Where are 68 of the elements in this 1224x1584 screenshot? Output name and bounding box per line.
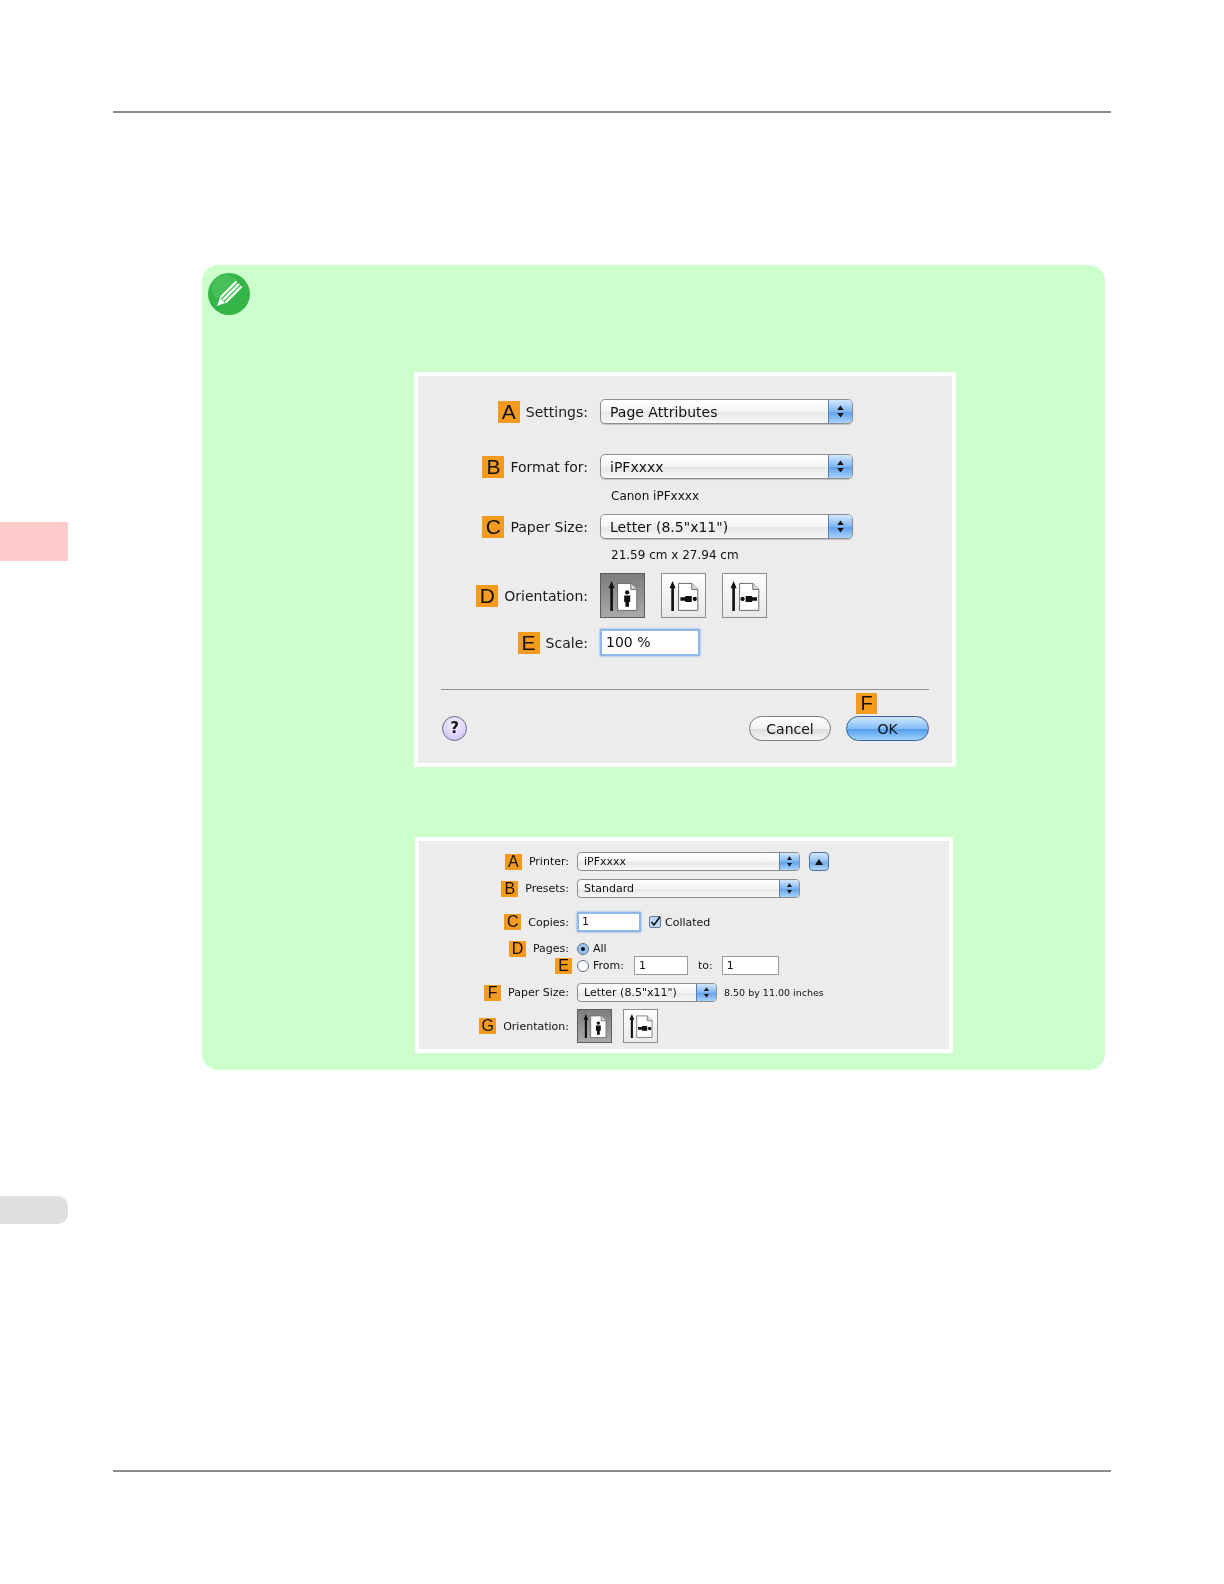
up-down-arrows-icon (696, 984, 716, 1001)
field-label: Pages: (532, 942, 569, 955)
callout-marker: D (476, 584, 499, 607)
up-down-arrows-icon (828, 515, 852, 538)
field-label: Copies: (528, 915, 569, 929)
callout-marker: B (501, 880, 519, 897)
radio-label: From: (593, 959, 624, 972)
radio-button[interactable] (577, 959, 589, 972)
portrait-page-icon (582, 1014, 607, 1038)
dropdown[interactable]: Letter (8.5"x11") (600, 514, 853, 539)
callout-marker: F (484, 984, 502, 1001)
field-label: Presets: (525, 882, 569, 895)
dropdown[interactable]: Page Attributes (600, 399, 853, 424)
radio-label: All (593, 942, 607, 955)
radio-button[interactable] (577, 942, 589, 955)
callout-marker: D (508, 940, 526, 957)
callout-marker: A (504, 853, 522, 870)
input-field[interactable]: 1 (633, 956, 688, 975)
callout-marker: C (482, 515, 505, 538)
disclosure-button[interactable] (809, 852, 829, 871)
triangle-up-icon (815, 858, 823, 865)
landscape-page-icon (729, 580, 760, 611)
field-label: Format for: (510, 458, 588, 475)
callout-marker: F (856, 693, 877, 714)
field-label: Paper Size: (508, 986, 569, 999)
landscape-page-icon (668, 580, 699, 611)
field-label: to: (697, 959, 713, 972)
up-down-arrows-icon (828, 400, 852, 423)
portrait-page-icon (607, 580, 638, 611)
up-down-arrows-icon (779, 880, 799, 897)
field-label: Scale: (545, 634, 588, 651)
field-label: Paper Size: (510, 518, 588, 535)
dropdown[interactable]: Standard (577, 879, 800, 898)
field-label: Settings: (525, 403, 588, 420)
callout-marker: E (517, 631, 540, 654)
callout-marker: B (482, 455, 505, 478)
dropdown[interactable]: Letter (8.5"x11") (577, 983, 717, 1002)
field-label: Orientation: (503, 1019, 569, 1033)
callout-marker: A (497, 400, 520, 423)
orientation-button[interactable] (577, 1009, 612, 1043)
callout-marker: E (555, 957, 572, 974)
edge-marker (0, 522, 68, 561)
info-text: 8.50 by 11.00 inches (724, 987, 824, 998)
orientation-button[interactable] (623, 1009, 658, 1043)
info-text: 21.59 cm x 27.94 cm (611, 547, 739, 563)
dropdown[interactable]: iPFxxxx (600, 454, 853, 479)
info-text: Canon iPFxxxx (611, 488, 699, 504)
up-down-arrows-icon (779, 853, 799, 870)
callout-marker: G (479, 1018, 497, 1034)
orientation-button[interactable] (722, 573, 767, 618)
landscape-page-icon (628, 1014, 653, 1038)
orientation-button[interactable] (600, 573, 645, 618)
edge-marker (0, 1196, 68, 1224)
dropdown[interactable]: iPFxxxx (577, 852, 800, 871)
pencil-icon (208, 273, 250, 315)
callout-marker: C (504, 914, 522, 930)
field-label: Printer: (528, 855, 569, 868)
checkbox[interactable] (649, 916, 661, 928)
orientation-button[interactable] (661, 573, 706, 618)
up-down-arrows-icon (828, 455, 852, 478)
help-button[interactable]: ? (442, 716, 467, 741)
dialog-button[interactable]: OK (846, 716, 929, 741)
input-field[interactable]: 1 (577, 912, 641, 932)
checkbox-label: Collated (665, 915, 711, 929)
field-label: Orientation: (504, 587, 588, 604)
input-field[interactable]: 1 (721, 956, 779, 975)
dialog-button[interactable]: Cancel (749, 716, 831, 741)
input-field[interactable]: 100 % (600, 629, 700, 656)
